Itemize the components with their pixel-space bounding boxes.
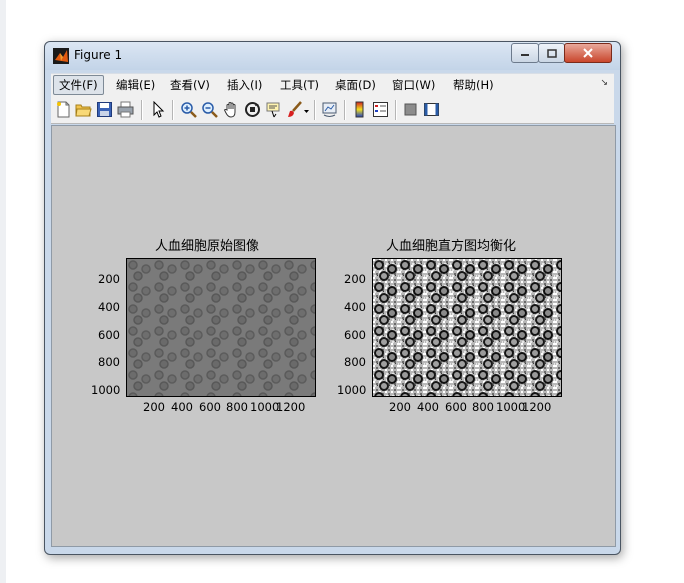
image-equalized[interactable]: [372, 258, 562, 397]
ytick-label: 800: [344, 355, 366, 369]
blood-cell-original-image: [127, 259, 315, 396]
toolbar-separator: [395, 100, 397, 120]
title-bar[interactable]: Figure 1: [45, 42, 620, 70]
menu-window[interactable]: 窗口(W): [387, 76, 440, 94]
select-arrow-icon[interactable]: [150, 101, 167, 118]
ytick-label: 400: [98, 300, 120, 314]
axes-title-original: 人血细胞原始图像: [155, 239, 260, 254]
xtick-label: 1200: [522, 400, 552, 414]
xtick-label: 400: [171, 400, 193, 414]
xtick-label: 1200: [276, 400, 306, 414]
brush-dropdown-icon[interactable]: [303, 101, 310, 118]
menu-desktop[interactable]: 桌面(D): [330, 76, 381, 94]
ytick-label: 800: [98, 355, 120, 369]
open-file-icon[interactable]: [75, 101, 92, 118]
minimize-icon: [521, 54, 529, 56]
window-title: Figure 1: [74, 48, 123, 62]
ytick-label: 1000: [91, 383, 121, 397]
blood-cell-equalized-image: [373, 259, 561, 396]
menu-edit[interactable]: 编辑(E): [111, 76, 160, 94]
menu-view[interactable]: 查看(V): [165, 76, 215, 94]
xtick-label: 1000: [496, 400, 526, 414]
menu-tools[interactable]: 工具(T): [275, 76, 324, 94]
toolbar-separator: [172, 100, 174, 120]
menu-overflow-icon[interactable]: ↘: [600, 78, 608, 88]
legend-icon[interactable]: [372, 101, 389, 118]
toolbar-separator: [141, 100, 143, 120]
ytick-label: 200: [98, 272, 120, 286]
xtick-label: 800: [472, 400, 494, 414]
close-button[interactable]: [564, 43, 612, 63]
print-icon[interactable]: [117, 101, 134, 118]
ytick-label: 200: [344, 272, 366, 286]
minimize-button[interactable]: [511, 43, 539, 63]
xtick-label: 1000: [250, 400, 280, 414]
ytick-label: 400: [344, 300, 366, 314]
xtick-label: 800: [226, 400, 248, 414]
close-icon: [583, 48, 593, 58]
link-plot-icon[interactable]: [321, 101, 338, 118]
figure-canvas: 人血细胞原始图像 200 400 600 800 1000 200 400 60…: [51, 125, 616, 547]
menu-bar: 文件(F) 编辑(E) 查看(V) 插入(I) 工具(T) 桌面(D) 窗口(W…: [51, 73, 614, 96]
show-plot-tools-icon[interactable]: [423, 101, 440, 118]
ytick-label: 600: [344, 328, 366, 342]
xtick-label: 600: [199, 400, 221, 414]
toolbar-separator: [314, 100, 316, 120]
save-icon[interactable]: [96, 101, 113, 118]
figure-window: Figure 1 文件(F) 编辑(E) 查看(V) 插入(I) 工具(T) 桌…: [44, 41, 621, 555]
menu-file[interactable]: 文件(F): [53, 75, 104, 95]
xtick-label: 600: [445, 400, 467, 414]
zoom-in-icon[interactable]: [180, 101, 197, 118]
toolbar-separator: [344, 100, 346, 120]
maximize-button[interactable]: [538, 43, 565, 63]
maximize-icon: [546, 48, 557, 58]
axes-title-equalized: 人血细胞直方图均衡化: [386, 239, 517, 254]
menu-help[interactable]: 帮助(H): [448, 76, 499, 94]
xtick-label: 200: [389, 400, 411, 414]
new-figure-icon[interactable]: [55, 101, 72, 118]
data-cursor-icon[interactable]: [265, 101, 282, 118]
matlab-icon: [53, 48, 69, 64]
zoom-out-icon[interactable]: [201, 101, 218, 118]
figure-toolbar: [51, 96, 614, 124]
hide-plot-tools-icon[interactable]: [402, 101, 419, 118]
menu-insert[interactable]: 插入(I): [222, 76, 267, 94]
xtick-label: 200: [143, 400, 165, 414]
ytick-label: 600: [98, 328, 120, 342]
brush-icon[interactable]: [286, 101, 303, 118]
xtick-label: 400: [417, 400, 439, 414]
colorbar-icon[interactable]: [351, 101, 368, 118]
ytick-label: 1000: [337, 383, 367, 397]
pan-hand-icon[interactable]: [223, 101, 240, 118]
desktop-edge: [0, 0, 6, 583]
image-original[interactable]: [126, 258, 316, 397]
rotate-3d-icon[interactable]: [244, 101, 261, 118]
